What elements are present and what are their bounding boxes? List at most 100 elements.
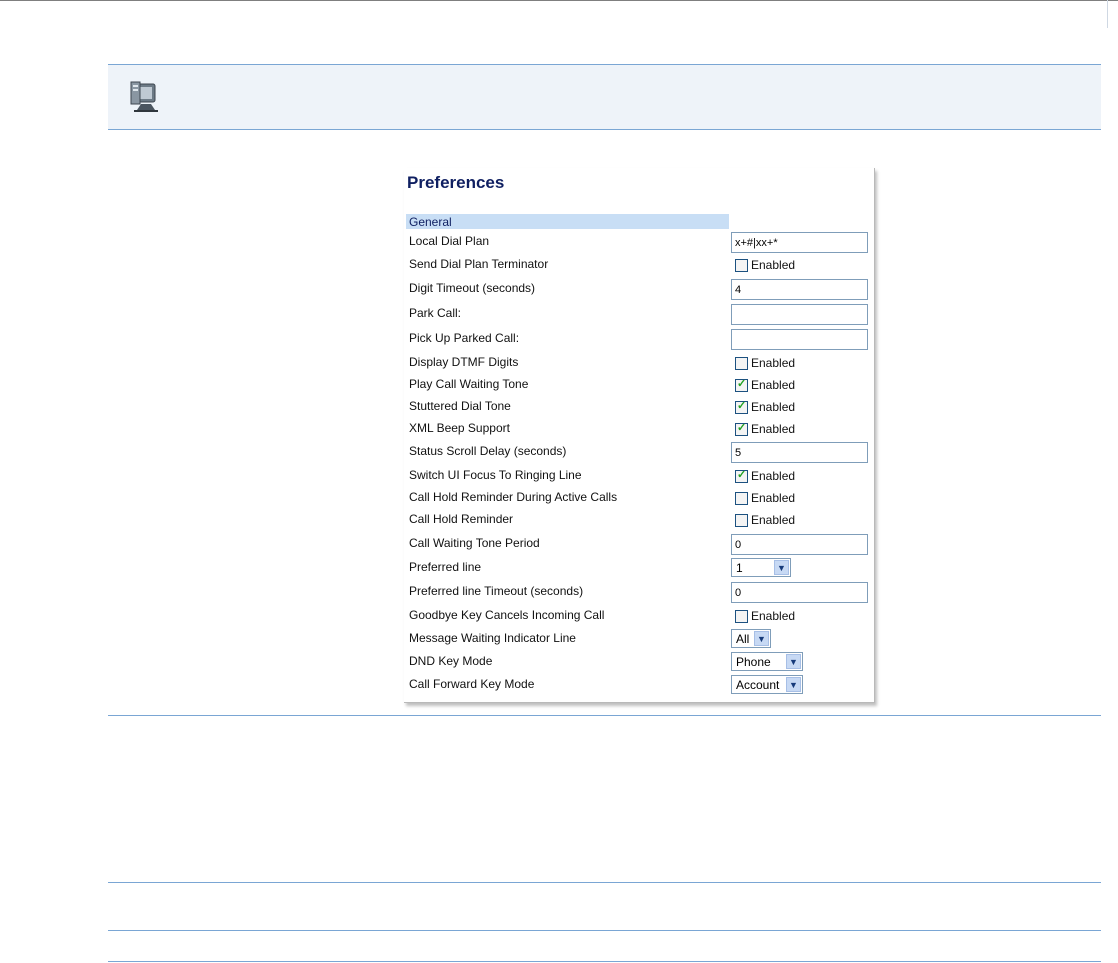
checkbox-label: Enabled [751, 609, 796, 623]
setting-checkbox-group[interactable]: Enabled [735, 491, 795, 505]
setting-checkbox-group[interactable]: ✓ Enabled [735, 378, 795, 392]
setting-text-input[interactable] [731, 534, 868, 555]
setting-checkbox-group[interactable]: Enabled [735, 356, 795, 370]
checkbox-label: Enabled [751, 422, 796, 436]
settings-row: Display DTMF Digits Enabled [404, 353, 874, 375]
settings-row: Digit Timeout (seconds) [404, 279, 874, 301]
setting-dropdown[interactable]: 1 ▼ [731, 558, 791, 577]
checkbox-label: Enabled [751, 513, 796, 527]
setting-label: DND Key Mode [409, 654, 493, 668]
setting-checkbox[interactable] [735, 491, 748, 505]
setting-label: Local Dial Plan [409, 234, 490, 248]
settings-row: Stuttered Dial Tone ✓ Enabled [404, 397, 874, 419]
preferences-panel: Preferences General Local Dial Plan Send … [404, 168, 875, 703]
setting-checkbox[interactable]: ✓ [735, 468, 748, 483]
setting-text-input[interactable] [731, 442, 868, 463]
setting-checkbox[interactable] [735, 609, 748, 623]
setting-label: XML Beep Support [409, 421, 510, 435]
settings-row: Goodbye Key Cancels Incoming Call Enabled [404, 606, 874, 628]
setting-checkbox[interactable]: ✓ [735, 421, 748, 436]
setting-checkbox[interactable] [735, 356, 748, 370]
checkmark-icon: ✓ [737, 399, 747, 412]
divider [108, 715, 1101, 716]
setting-label: Send Dial Plan Terminator [409, 257, 549, 271]
settings-row: Pick Up Parked Call: [404, 329, 874, 351]
setting-checkbox-group[interactable]: ✓ Enabled [735, 400, 795, 414]
setting-label: Message Waiting Indicator Line [409, 631, 576, 645]
settings-row: Call Hold Reminder Enabled [404, 510, 874, 532]
settings-row: Message Waiting Indicator Line All ▼ [404, 629, 874, 651]
checkbox-label: Enabled [751, 356, 796, 370]
settings-row: Status Scroll Delay (seconds) [404, 442, 874, 464]
settings-row: Call Forward Key Mode Account ▼ [404, 675, 874, 697]
dropdown-value: Phone [736, 654, 771, 669]
divider [108, 930, 1101, 931]
setting-text-input[interactable] [731, 232, 868, 253]
checkbox-label: Enabled [751, 491, 796, 505]
setting-text-input[interactable] [731, 279, 868, 300]
setting-label: Pick Up Parked Call: [409, 331, 520, 345]
dropdown-value: All [736, 631, 750, 646]
divider [108, 882, 1101, 883]
setting-dropdown[interactable]: Phone ▼ [731, 652, 803, 671]
setting-label: Play Call Waiting Tone [409, 377, 529, 391]
checkmark-icon: ✓ [737, 421, 747, 434]
setting-checkbox-group[interactable]: ✓ Enabled [735, 422, 795, 436]
settings-row: XML Beep Support ✓ Enabled [404, 419, 874, 441]
settings-row: Play Call Waiting Tone ✓ Enabled [404, 375, 874, 397]
chevron-down-icon[interactable]: ▼ [786, 677, 801, 692]
setting-checkbox-group[interactable]: Enabled [735, 258, 795, 272]
computer-monitor-icon [130, 81, 158, 112]
dropdown-value: Account [736, 677, 780, 692]
settings-row: Preferred line Timeout (seconds) [404, 582, 874, 604]
setting-label: Status Scroll Delay (seconds) [409, 444, 567, 458]
setting-label: Goodbye Key Cancels Incoming Call [409, 608, 605, 622]
setting-checkbox-group[interactable]: ✓ Enabled [735, 469, 795, 483]
checkmark-icon: ✓ [737, 468, 747, 481]
setting-label: Switch UI Focus To Ringing Line [409, 468, 582, 482]
setting-checkbox-group[interactable]: Enabled [735, 513, 795, 527]
setting-text-input[interactable] [731, 304, 868, 325]
checkbox-label: Enabled [751, 469, 796, 483]
setting-checkbox[interactable] [735, 513, 748, 527]
setting-checkbox[interactable]: ✓ [735, 399, 748, 414]
setting-label: Display DTMF Digits [409, 355, 519, 369]
settings-row: Park Call: [404, 304, 874, 326]
setting-label: Call Hold Reminder During Active Calls [409, 490, 618, 504]
setting-label: Stuttered Dial Tone [409, 399, 511, 413]
dropdown-value: 1 [736, 560, 743, 575]
checkbox-label: Enabled [751, 400, 796, 414]
page-title: Preferences [407, 173, 505, 192]
chevron-down-icon[interactable]: ▼ [754, 631, 769, 646]
section-header-general: General [406, 214, 729, 229]
settings-row: DND Key Mode Phone ▼ [404, 652, 874, 674]
setting-label: Call Hold Reminder [409, 512, 514, 526]
setting-label: Digit Timeout (seconds) [409, 281, 536, 295]
setting-dropdown[interactable]: Account ▼ [731, 675, 803, 694]
settings-row: Switch UI Focus To Ringing Line ✓ Enabled [404, 466, 874, 488]
section-header-label: General [409, 215, 452, 229]
settings-row: Call Hold Reminder During Active Calls En… [404, 488, 874, 510]
chevron-down-icon[interactable]: ▼ [786, 654, 801, 669]
setting-checkbox[interactable] [735, 258, 748, 272]
setting-label: Call Forward Key Mode [409, 677, 535, 691]
setting-label: Preferred line [409, 560, 482, 574]
setting-dropdown[interactable]: All ▼ [731, 629, 771, 648]
settings-row: Call Waiting Tone Period [404, 534, 874, 556]
chevron-down-icon[interactable]: ▼ [774, 560, 789, 575]
margin-tick [1107, 0, 1108, 28]
setting-checkbox-group[interactable]: Enabled [735, 609, 795, 623]
setting-text-input[interactable] [731, 582, 868, 603]
setting-label: Park Call: [409, 306, 462, 320]
checkmark-icon: ✓ [737, 377, 747, 390]
setting-label: Call Waiting Tone Period [409, 536, 540, 550]
setting-text-input[interactable] [731, 329, 868, 350]
settings-row: Preferred line 1 ▼ [404, 558, 874, 580]
settings-row: Send Dial Plan Terminator Enabled [404, 255, 874, 277]
checkbox-label: Enabled [751, 378, 796, 392]
settings-row: Local Dial Plan [404, 232, 874, 254]
top-rule [0, 0, 1118, 1]
setting-checkbox[interactable]: ✓ [735, 377, 748, 392]
divider [108, 961, 1101, 962]
header-band [108, 64, 1101, 130]
